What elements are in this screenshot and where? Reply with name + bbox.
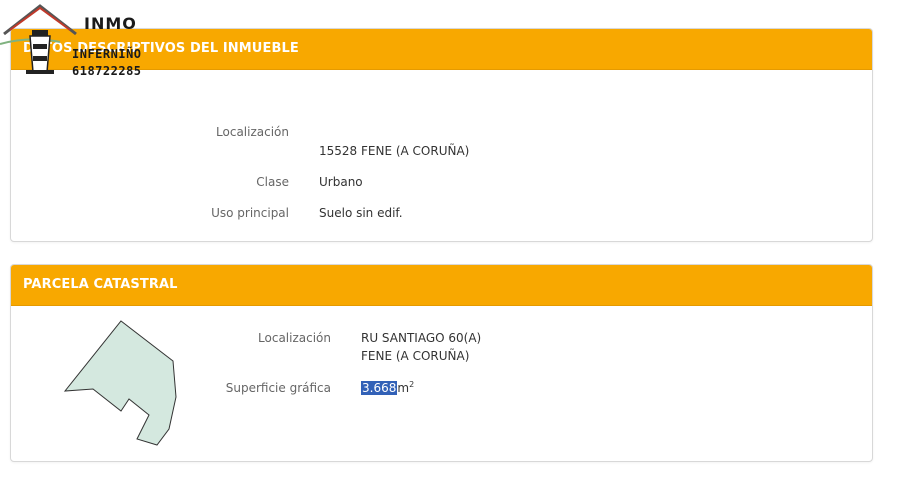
parcel-shape — [63, 320, 177, 446]
logo-phone: 618722285 — [72, 64, 142, 78]
superficie-unit-exp: 2 — [409, 380, 415, 389]
parcela-catastral-header: PARCELA CATASTRAL — [11, 265, 872, 306]
parcela-localizacion-line1: RU SANTIAGO 60(A) — [361, 331, 482, 345]
inmo-logo: INMO INFERNIÑO 618722285 — [0, 0, 170, 82]
superficie-unit: m — [397, 381, 410, 395]
logo-subtitle: INFERNIÑO — [72, 47, 142, 61]
clase-label: Clase — [256, 175, 289, 189]
superficie-value: 3.668m2 — [361, 380, 414, 395]
lighthouse-icon — [0, 4, 77, 74]
parcela-localizacion-label: Localización — [258, 331, 331, 345]
superficie-number[interactable]: 3.668 — [361, 381, 398, 395]
localizacion-label: Localización — [216, 125, 289, 139]
parcela-catastral-panel: PARCELA CATASTRAL Localización RU SANTIA… — [10, 264, 873, 462]
localizacion-value: 15528 FENE (A CORUÑA) — [319, 144, 470, 158]
superficie-label: Superficie gráfica — [225, 381, 331, 395]
uso-principal-label: Uso principal — [211, 206, 289, 220]
parcel-map[interactable] — [51, 315, 191, 451]
clase-value: Urbano — [319, 175, 363, 189]
parcela-localizacion-line2: FENE (A CORUÑA) — [361, 349, 470, 363]
logo-title: INMO — [84, 14, 137, 33]
uso-principal-value: Suelo sin edif. — [319, 206, 403, 220]
